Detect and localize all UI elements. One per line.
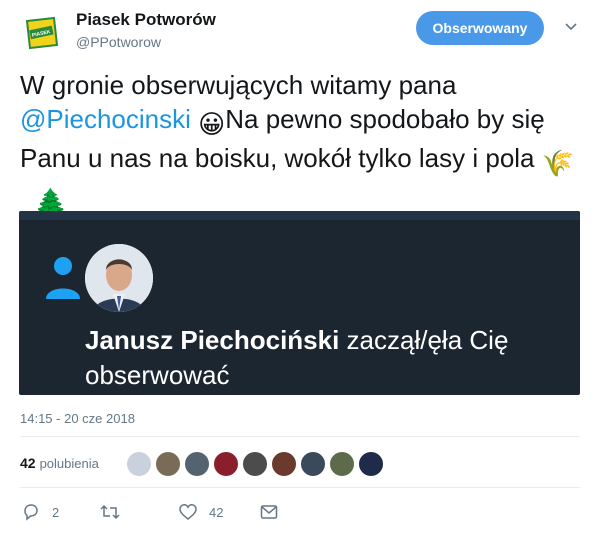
tweet-header: PIASEK Piasek Potworów @PPotworow Obserw… [20,10,580,54]
liker-avatar[interactable] [155,451,181,477]
author-names: Piasek Potworów @PPotworow [76,10,216,51]
like-count: 42 [209,504,224,520]
tweet-media-image[interactable]: Janusz Piechociński zaczął/ęła Cię obser… [19,211,580,395]
reply-count: 2 [52,504,60,520]
likes-label: polubienia [39,456,99,471]
envelope-icon [260,504,278,520]
reply-icon [22,503,40,521]
sheaf-of-rice-emoji: 🌾 [541,148,575,178]
notification-text: Janusz Piechociński zaczął/ęła Cię obser… [85,323,575,393]
media-topbar [19,211,580,220]
tweet-text-part1: W gronie obserwujących witamy pana [20,70,457,100]
liker-avatar[interactable] [271,451,297,477]
mention-link[interactable]: @Piechocinski [20,104,191,134]
tweet-actions: 2 42 [20,500,580,524]
account-logo[interactable]: PIASEK [24,16,59,50]
liker-avatar[interactable] [300,451,326,477]
liker-avatar[interactable] [126,451,152,477]
likes-link[interactable]: 42 polubienia [20,455,99,473]
author-display-name[interactable]: Piasek Potworów [76,10,216,30]
likes-summary: 42 polubienia [20,447,580,479]
tweet-timestamp[interactable]: 14:15 - 20 cze 2018 [20,411,135,426]
heart-icon [179,503,197,521]
like-button[interactable]: 42 [179,500,223,524]
grinning-face-emoji: 😀 [198,109,226,139]
reply-button[interactable]: 2 [22,500,59,524]
avatar [85,244,153,312]
retweet-button[interactable] [100,500,132,524]
liker-avatar[interactable] [184,451,210,477]
author-handle[interactable]: @PPotworow [76,33,216,51]
liker-avatar[interactable] [358,451,384,477]
likes-count: 42 [20,455,36,471]
divider [20,436,580,437]
tweet-text: W gronie obserwujących witamy pana @Piec… [20,68,585,219]
liker-avatar[interactable] [213,451,239,477]
liker-avatar[interactable] [329,451,355,477]
direct-message-button[interactable] [260,500,278,524]
person-icon [45,249,81,305]
chevron-down-icon[interactable] [564,20,578,34]
liker-avatar[interactable] [242,451,268,477]
follower-name: Janusz Piechociński [85,325,340,355]
following-button[interactable]: Obserwowany [416,11,544,45]
divider [20,487,580,488]
retweet-icon [100,503,120,521]
